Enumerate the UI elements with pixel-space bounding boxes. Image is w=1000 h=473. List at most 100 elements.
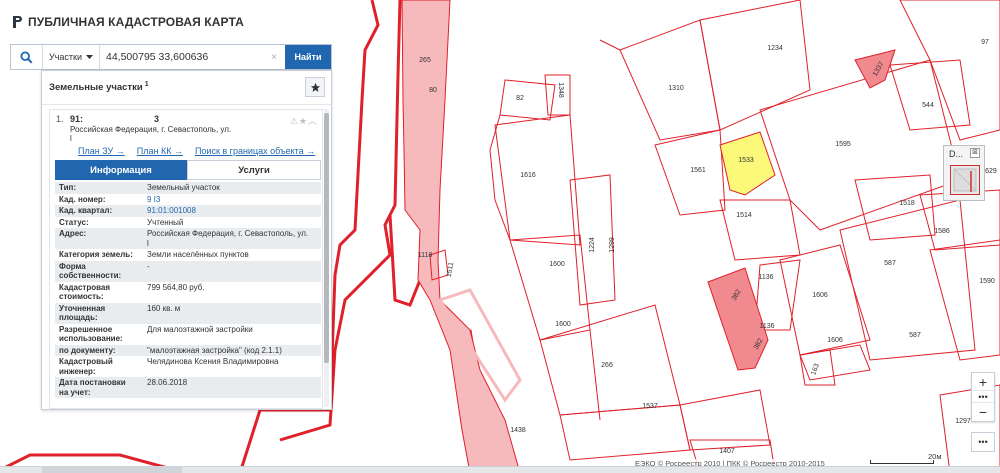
- info-row: Разрешенное использование: Для малоэтажной…: [55, 323, 321, 345]
- info-row: Адрес: Российская Федерация, г. Севастопо…: [55, 228, 321, 249]
- info-row: Уточненная площадь: 160 кв. м: [55, 302, 321, 324]
- info-value: Земельный участок: [143, 182, 321, 194]
- panel-title: Земельные участки 1: [49, 81, 149, 93]
- info-value: 160 кв. м: [143, 302, 321, 324]
- parcel-label: 1407: [719, 448, 735, 455]
- close-icon[interactable]: ⊠: [970, 148, 980, 158]
- info-key: Кадастровый инженер:: [55, 356, 143, 377]
- bottom-bar-tab[interactable]: [42, 466, 182, 473]
- parcel-label: 544: [922, 102, 934, 109]
- chevron-down-icon: [86, 54, 93, 59]
- info-row: Кадастровая стоимость: 799 564,80 руб.: [55, 281, 321, 303]
- info-row: по документу: "малоэтажная застройка" (ко…: [55, 344, 321, 356]
- scale-bar: [870, 460, 934, 464]
- panel-scrollbar[interactable]: [324, 109, 329, 407]
- info-value[interactable]: 91:01:001008: [143, 205, 321, 217]
- parcel-label: 1136: [759, 323, 774, 330]
- parcel-label: 82: [516, 95, 524, 102]
- parcel-label: 1590: [979, 278, 995, 285]
- search-in-bounds-link[interactable]: Поиск в границах объекта →: [195, 146, 315, 156]
- info-value: Учтенный: [143, 216, 321, 228]
- card-action-icons: ⚠★︿: [290, 114, 318, 127]
- info-row: Кадастровый инженер: Челядинова Ксения Вла…: [55, 356, 321, 377]
- result-tabs: Информация Услуги: [55, 160, 321, 180]
- clear-search-icon[interactable]: ×: [271, 52, 285, 63]
- collapse-chevron-icon[interactable]: ︿: [308, 116, 318, 126]
- parcel-label: 1299: [609, 237, 616, 253]
- search-type-label: Участки: [49, 52, 82, 62]
- favorite-star-icon[interactable]: ★: [299, 116, 308, 126]
- parcel-label: 1561: [690, 167, 706, 174]
- scrollbar-thumb[interactable]: [324, 113, 329, 363]
- search-input[interactable]: [100, 45, 272, 69]
- info-row: Статус: Учтенный: [55, 216, 321, 228]
- info-value: Российская Федерация, г. Севастополь, ул…: [143, 228, 321, 249]
- find-button[interactable]: Найти: [285, 45, 331, 69]
- info-key: по документу:: [55, 344, 143, 356]
- more-tools-button[interactable]: •••: [971, 432, 995, 452]
- parcel-label: 1595: [835, 141, 851, 148]
- info-key: Разрешенное использование:: [55, 323, 143, 345]
- parcel-label: 1606: [827, 337, 843, 344]
- cadastral-number-part2: 3: [154, 114, 160, 124]
- parcel-label: 1533: [738, 157, 754, 164]
- minimap-widget[interactable]: D... ⊠: [943, 145, 985, 201]
- result-links: План ЗУ → План КК → Поиск в границах объ…: [78, 146, 315, 156]
- result-address-line2: l: [70, 134, 72, 143]
- parcel-label: 1518: [899, 200, 915, 207]
- parcel-label: 1600: [549, 261, 565, 268]
- info-key: Кадастровая стоимость:: [55, 281, 143, 303]
- info-key: Уточненная площадь:: [55, 302, 143, 324]
- info-value: 28.06.2018: [143, 377, 321, 398]
- parcel-label: 1586: [934, 228, 950, 235]
- app-header: ПУБЛИЧНАЯ КАДАСТРОВАЯ КАРТА: [0, 0, 340, 44]
- search-type-select[interactable]: Участки: [43, 45, 100, 69]
- info-row: Тип: Земельный участок: [55, 182, 321, 194]
- zoom-out-button[interactable]: −: [972, 403, 994, 421]
- search-toggle-button[interactable]: [11, 45, 43, 69]
- result-index: 1.: [56, 114, 64, 124]
- scale-label: 20м: [928, 452, 942, 461]
- info-row: Дата постановки на учет: 28.06.2018: [55, 377, 321, 398]
- app-title: ПУБЛИЧНАЯ КАДАСТРОВАЯ КАРТА: [28, 15, 244, 29]
- minimap-preview[interactable]: [950, 165, 980, 195]
- tab-information[interactable]: Информация: [55, 160, 187, 180]
- info-key: Форма собственности:: [55, 260, 143, 282]
- parcel-label: 266: [601, 362, 613, 369]
- parcel-label: 1600: [555, 321, 571, 328]
- info-key: Кад. квартал:: [55, 205, 143, 217]
- warning-icon[interactable]: ⚠: [290, 116, 299, 126]
- info-row: Категория земель: Земли населённых пункто…: [55, 249, 321, 261]
- info-value: -: [143, 260, 321, 282]
- zoom-level-dots[interactable]: •••: [972, 391, 994, 403]
- result-card: 1. 91: 3 Российская Федерация, г. Севаст…: [49, 109, 323, 409]
- result-count: 1: [144, 81, 149, 89]
- info-value[interactable]: 9 I3: [143, 193, 321, 205]
- parcel-label: 80: [429, 87, 437, 94]
- info-key: Дата постановки на учет:: [55, 377, 143, 398]
- panel-header: Земельные участки 1: [42, 71, 331, 105]
- plan-kk-link[interactable]: План КК →: [137, 146, 183, 156]
- parcel-label: 1616: [520, 172, 536, 179]
- favorites-button[interactable]: [305, 77, 325, 97]
- zoom-controls: + ••• −: [971, 372, 995, 422]
- star-icon: [310, 82, 320, 92]
- info-row: Кад. квартал: 91:01:001008: [55, 205, 321, 217]
- panel-title-text: Земельные участки: [49, 82, 143, 94]
- plan-zu-link[interactable]: План ЗУ →: [78, 146, 125, 156]
- info-value: Земли населённых пунктов: [143, 249, 321, 261]
- parcel-label: 1118: [418, 252, 433, 259]
- info-key: Статус:: [55, 216, 143, 228]
- info-table: Тип: Земельный участок Кад. номер: 9 I3 Кад.…: [55, 182, 321, 398]
- parcel-label: 587: [884, 260, 896, 267]
- parcel-label: 1438: [510, 427, 526, 434]
- info-key: Кад. номер:: [55, 193, 143, 205]
- search-icon: [20, 50, 33, 64]
- zoom-in-button[interactable]: +: [972, 373, 994, 391]
- info-key: Адрес:: [55, 228, 143, 249]
- tab-services[interactable]: Услуги: [187, 160, 321, 180]
- search-bar: Участки × Найти: [10, 44, 332, 70]
- minimap-label: D...: [949, 149, 964, 159]
- info-key: Категория земель:: [55, 249, 143, 261]
- parcel-label: 1537: [642, 403, 658, 410]
